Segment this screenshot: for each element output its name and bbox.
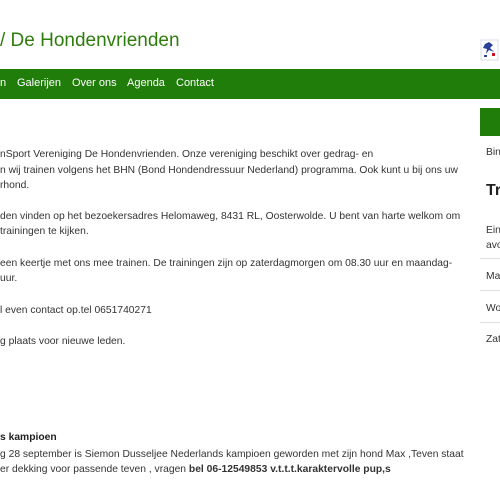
nav-item-agenda[interactable]: Agenda xyxy=(127,77,165,89)
club-logo-icon[interactable] xyxy=(479,38,500,62)
sidebar-item[interactable]: Ein xyxy=(486,225,500,236)
news-phone: bel 06-12549853 v.t.t.t.karaktervolle pu… xyxy=(188,464,391,475)
intro-line: rhond. xyxy=(0,180,30,191)
sidebar-divider xyxy=(480,258,500,259)
news-title: s kampioen xyxy=(0,432,57,443)
sidebar-item[interactable]: avo xyxy=(486,240,500,251)
news-line: er dekking voor passende teven , vragen … xyxy=(0,464,391,475)
nav-item-contact[interactable]: Contact xyxy=(176,77,214,89)
nav-item-partial[interactable]: n xyxy=(0,77,6,89)
contact-line: l even contact op.tel 0651740271 xyxy=(0,305,152,316)
location-line: trainingen te kijken. xyxy=(0,226,89,237)
news-text: er dekking voor passende teven , vragen xyxy=(0,464,189,475)
news-line: g 28 september is Siemon Dusseljee Neder… xyxy=(0,449,464,460)
sidebar-header-tab[interactable] xyxy=(480,108,500,136)
intro-line: n wij trainen volgens het BHN (Bond Hond… xyxy=(0,165,458,176)
main-navigation: n Galerijen Over ons Agenda Contact xyxy=(0,69,500,99)
members-line: g plaats voor nieuwe leden. xyxy=(0,336,126,347)
sidebar-divider xyxy=(480,322,500,323)
site-title[interactable]: / De Hondenvrienden xyxy=(0,30,180,52)
sidebar-item[interactable]: Ma xyxy=(486,271,500,282)
nav-item-galerijen[interactable]: Galerijen xyxy=(17,77,61,89)
sidebar-item[interactable]: Wo xyxy=(486,303,500,314)
intro-line: nSport Vereniging De Hondenvrienden. Onz… xyxy=(0,149,374,160)
sidebar-heading: Tr xyxy=(486,182,500,199)
nav-item-over-ons[interactable]: Over ons xyxy=(72,77,117,89)
location-line: den vinden op het bezoekersadres Helomaw… xyxy=(0,211,461,222)
sidebar-text: Bin xyxy=(486,147,500,158)
sidebar-divider xyxy=(480,290,500,291)
training-line: uur. xyxy=(0,273,18,284)
training-line: een keertje met ons mee trainen. De trai… xyxy=(0,258,453,269)
sidebar-item[interactable]: Zat xyxy=(486,334,500,345)
